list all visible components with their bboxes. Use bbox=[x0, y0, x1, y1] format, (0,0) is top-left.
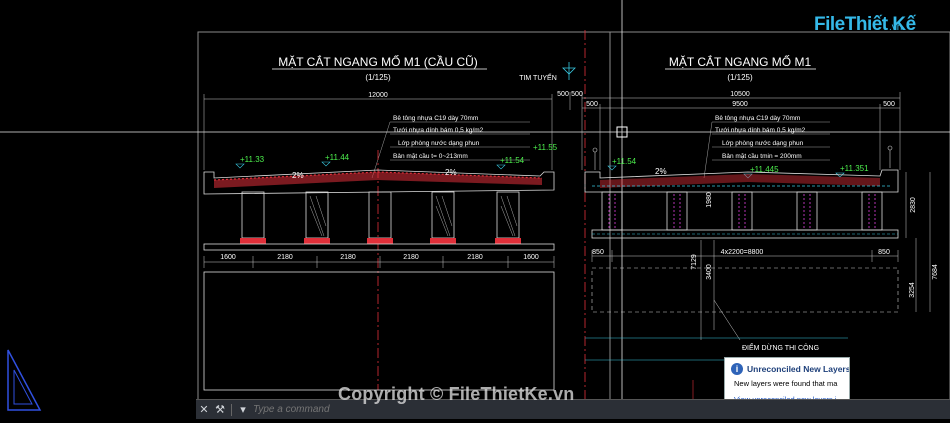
svg-text:500: 500 bbox=[557, 91, 569, 98]
svg-text:2%: 2% bbox=[445, 168, 457, 177]
right-abutment-body bbox=[591, 267, 899, 313]
right-girders bbox=[601, 191, 883, 231]
divider bbox=[231, 403, 232, 416]
copyright-watermark: Copyright © FileThietKe.vn bbox=[338, 384, 575, 404]
svg-text:4x2200=8800: 4x2200=8800 bbox=[721, 249, 764, 256]
svg-text:Bê tông nhựa C19 dày 70mm: Bê tông nhựa C19 dày 70mm bbox=[393, 115, 478, 122]
svg-text:2830: 2830 bbox=[910, 197, 917, 213]
site-logo-suffix: .vn bbox=[889, 22, 903, 33]
svg-text:2180: 2180 bbox=[403, 254, 419, 261]
drawing-svg: MẶT CẮT NGANG MỐ M1 (CẦU CŨ) (1/125) 120… bbox=[0, 0, 950, 418]
left-deck: 2% 2% bbox=[203, 168, 555, 195]
svg-text:+11.44: +11.44 bbox=[325, 153, 350, 162]
ucs-icon bbox=[7, 349, 42, 411]
left-pier-cap bbox=[203, 243, 555, 251]
svg-text:Tưới nhựa dính bám 0,5 kg/m2: Tưới nhựa dính bám 0,5 kg/m2 bbox=[715, 127, 806, 134]
svg-text:2180: 2180 bbox=[277, 254, 293, 261]
notification-body: New layers were found that ma bbox=[734, 379, 838, 388]
left-scale: (1/125) bbox=[365, 73, 391, 82]
svg-text:Lớp phòng nước dạng phun: Lớp phòng nước dạng phun bbox=[722, 140, 804, 147]
left-abutment-body bbox=[203, 271, 555, 391]
svg-text:3400: 3400 bbox=[706, 264, 713, 280]
info-icon: i bbox=[731, 363, 743, 375]
tim-tuyen-label: TIM TUYẾN bbox=[519, 72, 557, 82]
svg-text:1980: 1980 bbox=[706, 192, 713, 208]
svg-text:500: 500 bbox=[571, 91, 583, 98]
svg-text:500: 500 bbox=[883, 101, 895, 108]
svg-text:Lớp phòng nước dạng phun: Lớp phòng nước dạng phun bbox=[398, 140, 480, 147]
svg-text:7684: 7684 bbox=[932, 264, 939, 280]
right-scale: (1/125) bbox=[727, 73, 753, 82]
svg-text:7129: 7129 bbox=[691, 254, 698, 270]
svg-text:850: 850 bbox=[592, 249, 604, 256]
svg-text:Bản mặt cầu t= 0~213mm: Bản mặt cầu t= 0~213mm bbox=[393, 151, 468, 160]
svg-text:+11.55: +11.55 bbox=[533, 143, 558, 152]
right-spacing-dims: 850 4x2200=8800 850 bbox=[591, 249, 899, 262]
svg-text:3254: 3254 bbox=[909, 282, 916, 298]
svg-text:2%: 2% bbox=[655, 167, 667, 176]
svg-text:500: 500 bbox=[586, 101, 598, 108]
centerline-marker-icon bbox=[562, 62, 576, 80]
svg-text:2180: 2180 bbox=[340, 254, 356, 261]
left-bearings bbox=[240, 238, 521, 244]
close-icon[interactable]: ✕ bbox=[196, 403, 212, 416]
right-girder-rebar bbox=[608, 194, 876, 228]
svg-text:2%: 2% bbox=[292, 171, 304, 180]
svg-text:1600: 1600 bbox=[523, 254, 539, 261]
recent-commands-chevron-icon[interactable]: ▾ bbox=[235, 403, 251, 416]
svg-text:+11.54: +11.54 bbox=[612, 157, 637, 166]
notification-title: Unreconciled New Layers bbox=[747, 364, 850, 374]
svg-text:+11.33: +11.33 bbox=[240, 155, 265, 164]
svg-text:+11.54: +11.54 bbox=[500, 156, 525, 165]
site-logo: FileThiết Kế .vn bbox=[806, 6, 928, 46]
svg-text:+11.351: +11.351 bbox=[840, 164, 869, 173]
svg-text:1600: 1600 bbox=[220, 254, 236, 261]
cad-drawing-canvas[interactable]: MẶT CẮT NGANG MỐ M1 (CẦU CŨ) (1/125) 120… bbox=[0, 0, 950, 418]
svg-text:2180: 2180 bbox=[467, 254, 483, 261]
svg-text:Bản mặt cầu tmin = 200mm: Bản mặt cầu tmin = 200mm bbox=[722, 151, 802, 160]
svg-text:9500: 9500 bbox=[732, 101, 748, 108]
right-title: MẶT CẮT NGANG MỐ M1 bbox=[669, 54, 812, 69]
left-overall-width: 12000 bbox=[368, 92, 388, 99]
construction-stop-note: ĐIỂM DỪNG THI CÔNG bbox=[742, 343, 819, 352]
customize-icon[interactable]: ⚒ bbox=[212, 403, 228, 416]
sheet-frame-left bbox=[197, 31, 611, 401]
left-girders bbox=[241, 191, 520, 239]
left-title: MẶT CẮT NGANG MỐ M1 (CẦU CŨ) bbox=[278, 54, 478, 69]
svg-text:10500: 10500 bbox=[730, 91, 750, 98]
svg-text:850: 850 bbox=[878, 249, 890, 256]
left-spacing-dims: 1600 2180 2180 2180 2180 1600 bbox=[203, 254, 555, 268]
svg-text:Tưới nhựa dính bám 0,5 kg/m2: Tưới nhựa dính bám 0,5 kg/m2 bbox=[393, 127, 484, 134]
svg-text:Bê tông nhựa C19 dày 70mm: Bê tông nhựa C19 dày 70mm bbox=[715, 115, 800, 122]
